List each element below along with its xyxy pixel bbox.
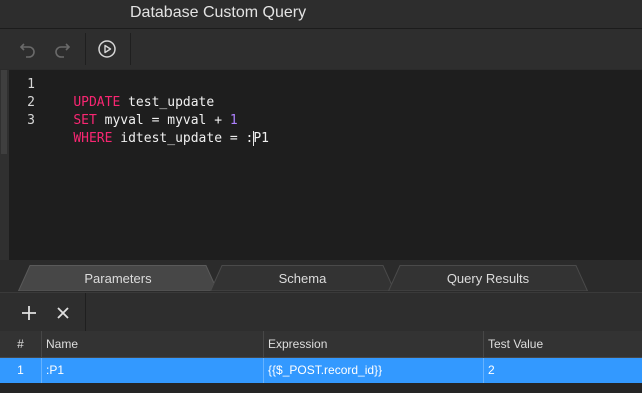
- plus-icon: [22, 306, 36, 320]
- column-header-test-value[interactable]: Test Value: [484, 331, 642, 358]
- line-number: 1: [27, 77, 35, 92]
- redo-button[interactable]: [48, 36, 76, 62]
- cell-test-value[interactable]: 2: [484, 358, 642, 383]
- play-icon: [98, 40, 116, 58]
- code-line[interactable]: WHERE idtest_update = :P1: [42, 112, 269, 166]
- column-header-index[interactable]: #: [0, 331, 42, 358]
- run-query-button[interactable]: [93, 36, 121, 62]
- tab-label: Query Results: [446, 270, 530, 286]
- cell-name[interactable]: :P1: [42, 358, 264, 383]
- code-text: idtest_update = :: [112, 131, 254, 146]
- parameters-toolbar: [0, 292, 642, 331]
- remove-parameter-button[interactable]: [52, 302, 74, 324]
- toolbar-separator: [130, 33, 131, 65]
- tab-label: Parameters: [84, 270, 152, 286]
- line-number: 2: [27, 95, 35, 110]
- window-title: Database Custom Query: [130, 4, 307, 21]
- line-number-gutter: 1 2 3: [9, 70, 39, 260]
- tab-label: Schema: [278, 270, 327, 286]
- tab-bar: Parameters Schema Query Results: [0, 260, 642, 292]
- cell-expression[interactable]: {{$_POST.record_id}}: [264, 358, 484, 383]
- line-number: 3: [27, 113, 35, 128]
- left-scroll-thumb[interactable]: [1, 70, 7, 154]
- tab-schema[interactable]: Schema: [210, 265, 395, 291]
- cell-index[interactable]: 1: [0, 358, 42, 383]
- toolbar: [0, 29, 642, 69]
- undo-button[interactable]: [14, 36, 42, 62]
- code-text: P1: [253, 131, 269, 146]
- column-header-expression[interactable]: Expression: [264, 331, 484, 358]
- add-parameter-button[interactable]: [18, 302, 40, 324]
- redo-icon: [55, 43, 71, 58]
- left-scroll-strip: [0, 70, 9, 260]
- sql-keyword: WHERE: [73, 131, 113, 146]
- toolbar-separator: [85, 293, 86, 331]
- tab-query-results[interactable]: Query Results: [388, 265, 588, 291]
- toolbar-separator: [85, 33, 86, 65]
- column-header-name[interactable]: Name: [42, 331, 264, 358]
- close-icon: [57, 307, 69, 319]
- undo-icon: [19, 43, 35, 58]
- table-row[interactable]: 1 :P1 {{$_POST.record_id}} 2: [0, 358, 642, 383]
- tab-parameters[interactable]: Parameters: [18, 265, 218, 291]
- sql-editor[interactable]: 1 2 3 UPDATE test_update SET myval = myv…: [9, 70, 642, 260]
- title-bar: Database Custom Query: [0, 0, 642, 29]
- parameters-grid: # Name Expression Test Value 1 :P1 {{$_P…: [0, 331, 642, 393]
